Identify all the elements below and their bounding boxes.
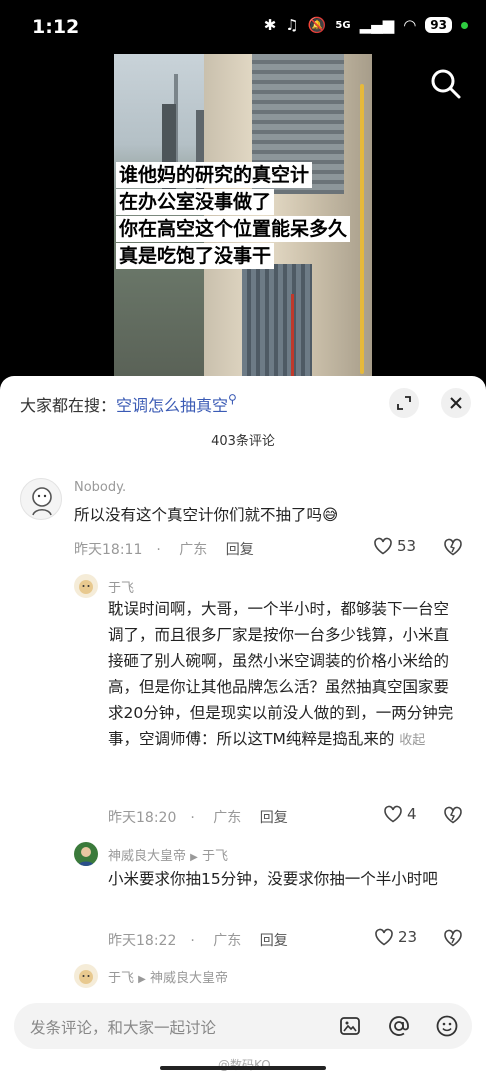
status-icons: ✱ ♫ 🔕 5G ▂▄▆ ◠ 93 [264, 16, 468, 34]
search-small-icon: ⚲ [228, 392, 237, 406]
heart-icon [375, 928, 393, 946]
comment-text: 小米要求你抽15分钟，没要求你抽一个半小时吧 [108, 870, 438, 888]
meta-dot: · [156, 542, 161, 558]
like-button[interactable]: 4 [383, 805, 417, 823]
hot-search-bar[interactable]: 大家都在搜：空调怎么抽真空⚲ [20, 392, 237, 416]
video-caption: 谁他妈的研究的真空计 在办公室没事做了 你在高空这个位置能呆多久 真是吃饱了没事… [116, 162, 351, 270]
red-cable [291, 294, 294, 376]
heart-icon [374, 537, 392, 555]
comment-input-placeholder[interactable]: 发条评论，和大家一起讨论 [30, 1016, 216, 1038]
image-icon[interactable] [338, 1014, 362, 1038]
reply-header: 神威良大皇帝 ▶ 于飞 [108, 845, 228, 864]
dislike-icon[interactable] [443, 929, 463, 951]
bluetooth-icon: ✱ [263, 16, 277, 34]
meta-dot: · [190, 810, 195, 826]
reply-arrow-icon: ▶ [138, 974, 146, 985]
comment-meta: 昨天18:22 · 广东 回复 [108, 930, 302, 950]
copper-pipe [360, 84, 364, 374]
like-count: 4 [407, 805, 417, 823]
reply-header: 于飞 ▶ 神威良大皇帝 [108, 967, 228, 986]
expand-button[interactable] [389, 388, 419, 418]
comment-meta: 昨天18:20 · 广东 回复 [108, 807, 302, 827]
hot-search-keyword[interactable]: 空调怎么抽真空 [116, 396, 228, 415]
comment-username[interactable]: 于飞 [108, 577, 134, 596]
comment-username[interactable]: Nobody. [74, 480, 126, 495]
close-button[interactable] [441, 388, 471, 418]
caption-line: 在办公室没事做了 [116, 189, 275, 215]
hot-search-prefix: 大家都在搜： [20, 396, 117, 415]
watermark: @数码KO [218, 1058, 271, 1072]
mute-icon: 🔕 [307, 16, 327, 34]
reply-arrow-icon: ▶ [190, 852, 198, 863]
emoji-icon[interactable] [435, 1014, 459, 1038]
comment-username[interactable]: 于飞 [108, 971, 134, 986]
reply-button[interactable]: 回复 [260, 933, 288, 949]
comment-time: 昨天18:20 [108, 810, 177, 826]
status-time: 1:12 [32, 16, 80, 38]
window-shutter [242, 264, 312, 376]
comment-location: 广东 [179, 542, 208, 558]
comment-sheet: 大家都在搜：空调怎么抽真空⚲ 403条评论 Nobody. 所以没有这个真空计你… [0, 376, 486, 1080]
like-count: 53 [397, 537, 417, 555]
reply-button[interactable]: 回复 [260, 810, 288, 826]
home-indicator[interactable] [160, 1066, 326, 1070]
comment-time: 昨天18:22 [108, 933, 177, 949]
collapse-button[interactable]: 收起 [399, 733, 425, 748]
wifi-icon: ◠ [403, 16, 417, 34]
avatar[interactable] [74, 574, 98, 598]
comment-time: 昨天18:11 [74, 542, 143, 558]
meta-dot: · [190, 933, 195, 949]
expand-icon [397, 396, 411, 410]
avatar[interactable] [20, 478, 62, 520]
caption-line: 谁他妈的研究的真空计 [116, 162, 313, 188]
comment-username[interactable]: 神威良大皇帝 [108, 849, 186, 864]
battery-icon: 93 [425, 17, 452, 33]
network-label: 5G [335, 19, 351, 31]
dislike-icon[interactable] [443, 538, 463, 560]
comment-text: 所以没有这个真空计你们就不抽了吗😅 [74, 506, 339, 524]
reply-button[interactable]: 回复 [226, 542, 254, 558]
like-button[interactable]: 23 [374, 928, 417, 946]
signal-icon: ▂▄▆ [359, 16, 395, 34]
privacy-indicator [461, 21, 468, 29]
search-icon[interactable] [428, 66, 464, 102]
comment-body: 耽误时间啊，大哥，一个半小时，都够装下一台空调了，而且很多厂家是按你一台多少钱算… [108, 600, 454, 748]
reply-to-username[interactable]: 于飞 [202, 849, 228, 864]
avatar[interactable] [74, 842, 98, 866]
comment-meta: 昨天18:11 · 广东 回复 [74, 539, 268, 559]
comment-location: 广东 [213, 810, 242, 826]
caption-line: 你在高空这个位置能呆多久 [116, 216, 351, 242]
dislike-icon[interactable] [443, 806, 463, 828]
status-bar: 1:12 ✱ ♫ 🔕 5G ▂▄▆ ◠ 93 [0, 0, 486, 54]
close-icon [450, 397, 462, 409]
comment-location: 广东 [213, 933, 242, 949]
caption-line: 真是吃饱了没事干 [116, 243, 275, 269]
avatar[interactable] [74, 964, 98, 988]
comment-input-bar[interactable]: 发条评论，和大家一起讨论 [14, 1003, 472, 1049]
comment-text: 耽误时间啊，大哥，一个半小时，都够装下一台空调了，而且很多厂家是按你一台多少钱算… [108, 596, 463, 754]
like-count: 23 [398, 928, 418, 946]
like-button[interactable]: 53 [373, 537, 416, 555]
mention-icon[interactable] [387, 1014, 411, 1038]
earbuds-icon: ♫ [285, 16, 299, 34]
comment-count: 403条评论 [211, 434, 275, 449]
reply-to-username[interactable]: 神威良大皇帝 [150, 971, 228, 986]
heart-icon [384, 805, 402, 823]
